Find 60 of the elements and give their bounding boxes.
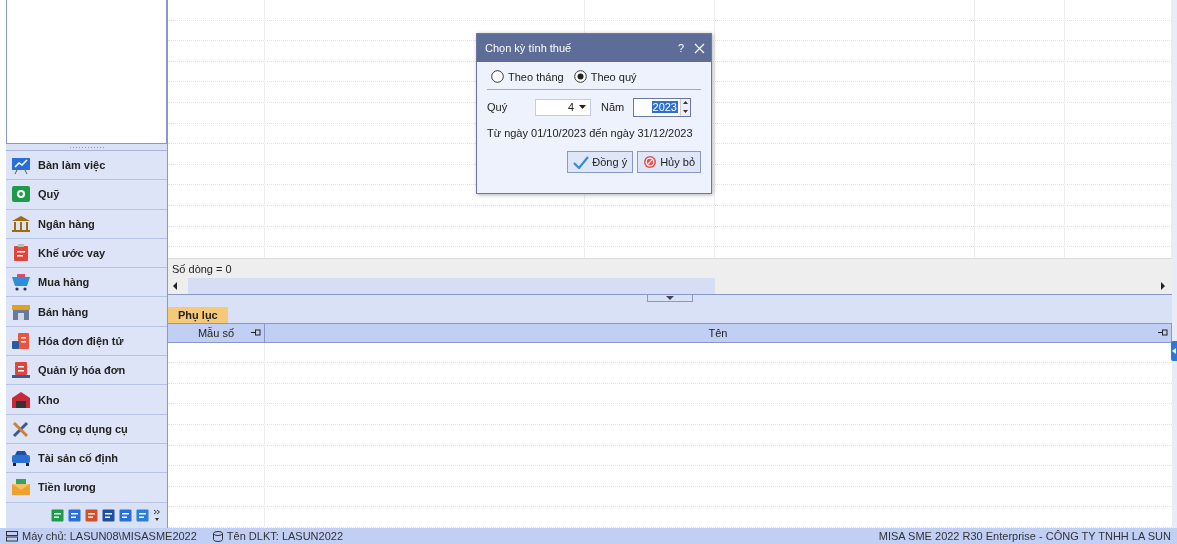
double-chevron-icon[interactable] xyxy=(153,508,161,522)
clipboard-icon xyxy=(11,244,31,263)
shop-icon xyxy=(11,302,31,321)
database-icon xyxy=(212,530,223,542)
side-panel-handle[interactable] xyxy=(1171,340,1177,361)
quarter-dropdown[interactable]: 4 xyxy=(535,98,591,116)
column-header[interactable]: Tên xyxy=(708,326,728,339)
radio-button[interactable] xyxy=(573,70,587,83)
sidebar-item[interactable]: Khế ước vay xyxy=(6,238,167,269)
envelope-icon xyxy=(11,478,31,497)
sidebar-item[interactable]: Công cụ dụng cụ xyxy=(6,414,167,444)
radio-option[interactable]: Theo quý xyxy=(573,70,637,83)
year-spinner[interactable]: 2023 xyxy=(633,97,691,117)
checkmark-icon xyxy=(573,155,590,169)
horizontal-scrollbar[interactable] xyxy=(168,278,1172,295)
sidebar-item[interactable]: Hóa đơn điện tử xyxy=(6,326,167,357)
grip-icon[interactable] xyxy=(69,145,104,149)
quarter-label: Quý xyxy=(487,101,509,113)
server-label: Máy chủ: LASUN08\MISASME2022 xyxy=(22,530,197,542)
pin-icon[interactable] xyxy=(1158,328,1168,336)
cancel-button[interactable]: Hủy bỏ xyxy=(637,151,701,173)
dialog-title: Chọn kỳ tính thuế xyxy=(485,42,573,54)
pin-icon[interactable] xyxy=(251,328,261,336)
receipt-icon xyxy=(11,331,31,350)
sidebar-item[interactable]: Bán hàng xyxy=(6,297,167,327)
scroll-left-icon[interactable] xyxy=(172,282,178,291)
tools-icon xyxy=(11,419,31,438)
safe-icon xyxy=(11,185,31,204)
sidebar-item[interactable]: Kho xyxy=(6,385,167,415)
sidebar-item[interactable]: Bàn làm việc xyxy=(6,151,167,181)
bank-icon xyxy=(11,214,31,233)
product-label: MISA SME 2022 R30 Enterprise - CÔNG TY TNHH LA SUN xyxy=(878,530,1171,542)
sidebar-item[interactable]: Ngân hàng xyxy=(6,209,167,239)
row-count: Số dòng = 0 xyxy=(172,262,232,275)
down-arrow-icon[interactable] xyxy=(683,109,688,113)
sidebar-item[interactable]: Mua hàng xyxy=(6,268,167,298)
scroll-right-icon[interactable] xyxy=(1160,282,1166,291)
sidebar-item[interactable]: Tài sản cố định xyxy=(6,443,167,474)
laptop-icon xyxy=(11,361,31,380)
date-range-text: Từ ngày 01/10/2023 đến ngày 31/12/2023 xyxy=(487,127,694,139)
column-header[interactable]: Mẫu số xyxy=(197,326,235,339)
chart-board-icon xyxy=(11,156,31,175)
ok-button[interactable]: Đồng ý xyxy=(567,151,634,173)
car-icon xyxy=(11,449,31,468)
server-icon xyxy=(6,530,18,542)
sidebar-item[interactable]: Tiền lương xyxy=(6,473,167,503)
caret-icon[interactable] xyxy=(579,105,586,109)
sidebar-item[interactable]: Quỹ xyxy=(6,180,167,210)
radio-option[interactable]: Theo tháng xyxy=(491,70,564,83)
up-arrow-icon[interactable] xyxy=(683,101,688,105)
radio-button[interactable] xyxy=(491,70,504,83)
help-button[interactable]: ? xyxy=(677,42,684,54)
database-label: Tên DLKT: LASUN2022 xyxy=(226,530,344,542)
sidebar-item[interactable]: Quản lý hóa đơn xyxy=(6,356,167,386)
prohibited-icon xyxy=(643,155,658,169)
warehouse-icon xyxy=(11,390,31,409)
collapse-handle[interactable] xyxy=(647,295,693,302)
year-label: Năm xyxy=(601,101,626,113)
cart-icon xyxy=(11,273,31,292)
close-icon[interactable] xyxy=(694,42,705,54)
